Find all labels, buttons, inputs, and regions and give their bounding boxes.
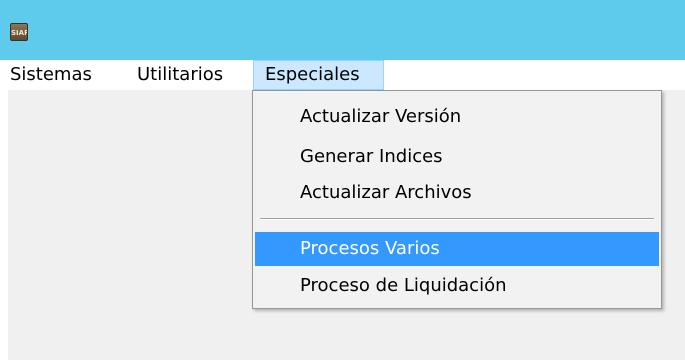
menu-utilitarios[interactable]: Utilitarios <box>137 60 223 90</box>
app-window: SIAF Sistemas Utilitarios Especiales Act… <box>0 0 685 360</box>
menu-item-proceso-de-liquidacion[interactable]: Proceso de Liquidación <box>255 269 659 303</box>
menu-sistemas[interactable]: Sistemas <box>10 60 92 90</box>
especiales-dropdown-menu: Actualizar Versión Generar Indices Actua… <box>252 90 662 309</box>
menu-especiales[interactable]: Especiales <box>253 60 384 90</box>
title-bar[interactable]: SIAF <box>0 0 685 60</box>
menu-item-actualizar-version[interactable]: Actualizar Versión <box>255 100 659 134</box>
siaf-app-icon[interactable]: SIAF <box>10 23 28 41</box>
menu-item-generar-indices[interactable]: Generar Indices <box>255 140 659 174</box>
menu-item-procesos-varios[interactable]: Procesos Varios <box>255 232 659 266</box>
menu-separator <box>260 218 654 220</box>
menu-item-actualizar-archivos[interactable]: Actualizar Archivos <box>255 176 659 210</box>
menu-bar: Sistemas Utilitarios Especiales <box>0 60 685 90</box>
